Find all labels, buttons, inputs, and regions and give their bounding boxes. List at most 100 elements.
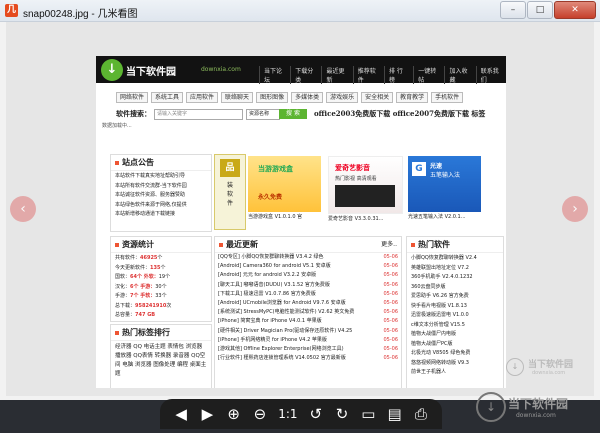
news-date: 05-06 <box>383 272 398 279</box>
stats-value: 64个 外软： <box>130 274 159 280</box>
hot-software-panel: 热门软件 小脚QQ恢复群聊转换器 V2.4 英雄联盟出地址定位 V7.2 360手机… <box>406 236 504 388</box>
stats-value: 6个 手游： <box>130 283 156 290</box>
search-input: 请输入关键字 <box>154 109 243 120</box>
news-row: [硬件相关] Driver Magician Pro(驱动保存还原软件) V4.… <box>215 327 401 336</box>
next-image-arrow[interactable]: › <box>562 196 588 222</box>
previous-button[interactable]: ◀ <box>173 404 189 424</box>
tile-install: 品 装 软 件 <box>214 154 246 230</box>
title-bar: 几 snap00248.jpg - 几米看图 – □ ✕ <box>0 0 600 22</box>
tile-iqiyi-caption: 爱奇艺影音 V3.3.0.31... <box>328 216 384 222</box>
news-row: [聊天工具] 嘟嘟语音(DUDU) V3.1.52 官方免费版 05-06 <box>215 281 401 290</box>
hot-software-item: 小脚QQ恢复群聊转换器 V2.4 <box>411 255 477 261</box>
rotate-left-icon[interactable]: ↺ <box>308 404 324 424</box>
watermark: ↓ 当下软件园 downxia.com <box>476 390 596 426</box>
stats-label: 汉化： <box>115 283 131 290</box>
stats-panel: 资源统计 共有软件：46925个 今天更新软件：135个 国软：64个 外软：19个… <box>110 236 212 322</box>
app-icon: 几 <box>5 4 18 17</box>
announcement-item: 本站软件下载真实地址帮助引导 <box>115 173 186 179</box>
site-nav-item: 手机软件 <box>431 92 464 103</box>
stats-value: 958241910 <box>135 302 167 309</box>
tile-iqiyi: 爱奇艺影音 热门影视 高清观看 爱奇艺影音 V3.3.0.31... <box>328 156 403 222</box>
screenshot-image: ↓ 当下软件园 downxia.com 当下论坛 下载分类 最近更新 推荐软件排 行 … <box>96 56 506 388</box>
news-date: 05-06 <box>383 355 398 362</box>
promo-links: office2003免费版下载 office2007免费版下载 标签 <box>314 109 486 118</box>
tags-panel: 热门标签排行 经济器 QQ 电话主题 表情包 浏览器 播放器 QQ表情 转换器 … <box>110 324 212 388</box>
watermark-inset-text: 当下软件园 <box>528 360 574 370</box>
stats-unit: 19个 <box>158 274 171 280</box>
tile-wubi-title: 光速 <box>430 163 443 170</box>
search-label: 软件搜索： <box>116 110 151 118</box>
stats-label: 总容量： <box>115 312 136 318</box>
tile-wubi: G 光速 五笔输入法 光速五笔输入法 V2.0.1... <box>408 156 481 220</box>
site-nav-item: 应用软件 <box>186 92 219 103</box>
tags-title: 热门标签排行 <box>122 328 170 337</box>
stats-value: 7个 手软： <box>130 293 156 299</box>
stats-label: 总下载： <box>115 302 136 309</box>
watermark-download-icon-large: ↓ <box>476 392 506 422</box>
tile-game-title: 当游游戏盒 <box>258 165 293 173</box>
maximize-button[interactable]: □ <box>527 1 553 19</box>
stats-unit: 30个 <box>155 283 167 290</box>
stats-label: 今天更新软件： <box>115 264 151 271</box>
site-logo-text: 当下软件园 <box>126 67 176 78</box>
print-icon[interactable]: ⎙ <box>413 404 429 424</box>
zoom-in-icon[interactable]: ⊕ <box>226 404 242 424</box>
stats-value: 135 <box>150 264 161 271</box>
actual-size-button[interactable]: 1:1 <box>278 404 297 424</box>
site-top-link: 联系我们 <box>475 66 506 84</box>
stats-row: 今天更新软件：135个 <box>115 264 207 274</box>
tile-iqiyi-sub: 热门影视 高清观看 <box>335 176 377 182</box>
news-title: [行业软件] 槿熙药店连锁管理系统 V14.0502 官方最新版 <box>218 355 346 362</box>
hot-software-item: c维文本分析管理 V15.5 <box>411 321 465 328</box>
stats-row: 总下载：958241910次 <box>115 302 207 312</box>
document-icon[interactable]: ▤ <box>387 404 403 424</box>
news-title: [Android] Camera360 for android V5.1 安卓版 <box>218 263 331 270</box>
watermark-download-icon: ↓ <box>506 358 524 376</box>
site-nav-item: 联络聊天 <box>221 92 254 103</box>
stats-unit: 次 <box>166 302 172 309</box>
site-top-link: 推荐软件 <box>352 66 383 84</box>
watermark-inset: ↓ 当下软件园 downxia.com <box>506 357 596 381</box>
news-date: 05-06 <box>383 318 398 325</box>
news-row: [iPhone] 手机网络精灵 for iPhone V4.2 苹果版 05-06 <box>215 336 401 345</box>
hot-software-item: 北极光动 V8505 绿色免费 <box>411 350 471 356</box>
site-logo-icon: ↓ <box>101 59 123 81</box>
stats-title: 资源统计 <box>122 240 154 249</box>
image-canvas[interactable]: ‹ › ↓ 当下软件园 downxia.com 当下论坛 下载分类 最近更新 推荐软件… <box>6 22 594 396</box>
stats-value: 46925 <box>140 255 158 261</box>
site-top-link: 加入收藏 <box>444 66 474 84</box>
news-row: [游戏其他] Offline Explorer Enterprise(网络浏览工… <box>215 345 401 354</box>
hot-software-item: 植物大战僵尸PC版 <box>411 340 453 347</box>
site-header: ↓ 当下软件园 downxia.com 当下论坛 下载分类 最近更新 推荐软件排 行 … <box>96 56 506 84</box>
site-top-link: 一键转帖 <box>413 66 443 84</box>
search-button: 搜 索 <box>279 109 307 119</box>
hot-software-item: 快手看片电视版 V1.8.13 <box>411 302 467 309</box>
news-date: 05-06 <box>383 300 398 307</box>
loading-text: 数据加载中... <box>102 123 132 129</box>
stats-unit: 个 <box>160 264 166 271</box>
site-top-links: 当下论坛 下载分类 最近更新 推荐软件排 行 榜一键转帖 加入收藏 联系我们 <box>259 66 506 84</box>
rotate-right-icon[interactable]: ↻ <box>334 404 350 424</box>
announcement-item: 本站所有软件交流群-当下软件园 <box>115 182 187 189</box>
minimize-button[interactable]: – <box>500 1 526 19</box>
site-nav-item: 图形图像 <box>256 92 289 103</box>
tile-game-box: 当游游戏盒 永久免费 当游游戏盒 V1.0.1.0 官 <box>248 156 321 220</box>
news-row: [Android] Camera360 for android V5.1 安卓版… <box>215 262 401 271</box>
stats-unit: 个 <box>157 255 163 261</box>
site-top-link: 排 行 榜 <box>383 66 412 84</box>
announcement-panel: 站点公告 本站软件下载真实地址帮助引导 本站所有软件交流群-当下软件园 本站诚征软件… <box>110 154 212 232</box>
site-nav-item: 游戏娱乐 <box>326 92 359 103</box>
announcement-title: 站点公告 <box>122 158 154 167</box>
previous-image-arrow[interactable]: ‹ <box>10 196 36 222</box>
stats-row: 国软：64个 外软：19个 <box>115 273 207 283</box>
zoom-out-icon[interactable]: ⊖ <box>252 404 268 424</box>
folder-icon[interactable]: ▭ <box>360 404 376 424</box>
watermark-text: 当下软件园 <box>508 397 569 411</box>
tile-game-caption: 当游游戏盒 V1.0.1.0 官 <box>248 214 303 220</box>
next-button[interactable]: ▶ <box>199 404 215 424</box>
stats-unit: 33个 <box>155 293 167 299</box>
hot-software-item: 迅雷极速版迅雷电 V1.0.0 <box>411 312 469 318</box>
site-top-link: 最近更新 <box>321 66 351 84</box>
close-button[interactable]: ✕ <box>554 1 596 19</box>
news-date: 05-06 <box>383 281 398 288</box>
